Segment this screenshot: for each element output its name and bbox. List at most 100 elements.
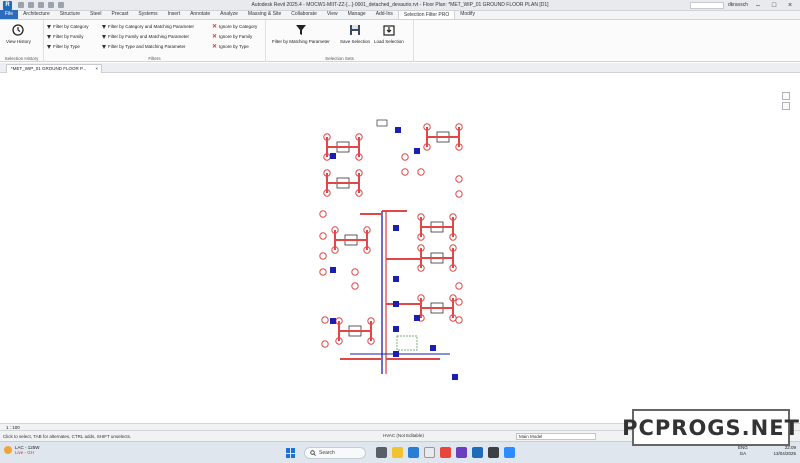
taskbar-search-input[interactable]: Search: [304, 447, 366, 459]
workset-selector[interactable]: HVAC (Not Editable): [383, 433, 424, 438]
language-indicator[interactable]: ENG GA: [738, 445, 748, 457]
diffuser-symbol: [319, 268, 327, 276]
zoom-icon[interactable]: [782, 102, 790, 110]
ignore-by-type-button[interactable]: ✕ Ignore by Type: [212, 42, 249, 51]
revit-app-icon[interactable]: R: [3, 0, 12, 10]
tab-add-ins[interactable]: Add-Ins: [371, 10, 398, 19]
tab-insert[interactable]: Insert: [163, 10, 186, 19]
tab-view[interactable]: View: [322, 10, 343, 19]
tab-file[interactable]: File: [0, 10, 19, 19]
equipment-marker: [414, 148, 420, 154]
diffuser-symbol: [455, 175, 463, 183]
revit-taskbar-icon[interactable]: [472, 447, 483, 458]
watermark-logo: PCPROGS.NET: [622, 409, 799, 446]
view-history-button[interactable]: View History: [6, 23, 31, 44]
weather-live: Live - GH: [15, 450, 35, 455]
equipment-marker: [330, 267, 336, 273]
tab-systems[interactable]: Systems: [133, 10, 162, 19]
navigation-bar: [782, 92, 790, 110]
quick-access-toolbar: [18, 2, 64, 8]
load-selection-label: Load Selection: [374, 39, 404, 44]
filter-category-matching-button[interactable]: Filter by Category and Matching Paramete…: [102, 22, 194, 31]
taskbar-search-label: Search: [319, 450, 335, 456]
tab-architecture[interactable]: Architecture: [18, 10, 55, 19]
tab-modify[interactable]: Modify: [455, 10, 480, 19]
system-clock[interactable]: 22:09 13/04/2025: [772, 445, 796, 457]
filter-by-family-button[interactable]: Filter by Family: [47, 32, 84, 41]
ribbon-tab-bar: File Architecture Structure Steel Precast Sys…: [0, 10, 800, 20]
design-option-selector[interactable]: Main Model: [516, 433, 596, 440]
drawing-canvas[interactable]: [0, 74, 800, 423]
panel-label-filters: Filters: [148, 56, 161, 61]
save-selection-button[interactable]: Save Selection: [340, 23, 370, 44]
filter-family-matching-button[interactable]: Filter by Family and Matching Parameter: [102, 32, 189, 41]
filter-matching-parameter-label: Filter by Matching Parameter: [272, 39, 330, 44]
tab-annotate[interactable]: Annotate: [185, 10, 215, 19]
tab-analyze[interactable]: Analyze: [215, 10, 243, 19]
filter-by-type-button[interactable]: Filter by Type: [47, 42, 80, 51]
view-tab-strip: *MET_WIP_01 GROUND FLOOR P... ×: [0, 63, 800, 73]
tab-manage[interactable]: Manage: [343, 10, 371, 19]
help-search-input[interactable]: [689, 1, 724, 9]
save-icon[interactable]: [28, 2, 34, 8]
minimize-icon[interactable]: –: [752, 0, 764, 10]
file-explorer-icon[interactable]: [392, 447, 403, 458]
equipment-marker: [393, 326, 399, 332]
equipment-marker: [395, 127, 401, 133]
filter-label: Filter by Category: [53, 24, 89, 29]
tab-collaborate[interactable]: Collaborate: [286, 10, 322, 19]
terminal-icon[interactable]: [488, 447, 499, 458]
ignore-by-family-button[interactable]: ✕ Ignore by Family: [212, 32, 252, 41]
filter-by-category-button[interactable]: Filter by Category: [47, 22, 89, 31]
diffuser-symbol: [351, 268, 359, 276]
view-scale[interactable]: 1 : 100: [6, 425, 20, 430]
equipment-marker: [414, 315, 420, 321]
tab-structure[interactable]: Structure: [55, 10, 85, 19]
diffuser-symbol: [351, 282, 359, 290]
equipment-marker: [330, 153, 336, 159]
view-tab-close-icon[interactable]: ×: [95, 65, 98, 73]
tab-precast[interactable]: Precast: [106, 10, 133, 19]
diffuser-symbol: [455, 190, 463, 198]
teams-icon[interactable]: [504, 447, 515, 458]
diffuser-symbol: [455, 298, 463, 306]
history-clock-icon: [11, 23, 25, 37]
tag-box: [376, 119, 388, 127]
equipment-marker: [393, 301, 399, 307]
tab-massing-site[interactable]: Massing & Site: [243, 10, 286, 19]
user-name[interactable]: dkravsch: [728, 2, 748, 8]
filter-type-matching-button[interactable]: Filter by Type and Matching Parameter: [102, 42, 185, 51]
print-icon[interactable]: [58, 2, 64, 8]
panel-selection-sets: Filter by Matching Parameter Save Select…: [266, 20, 414, 62]
filter-label: Filter by Category and Matching Paramete…: [108, 24, 195, 29]
edge-browser-icon[interactable]: [408, 447, 419, 458]
funnel-icon: [47, 24, 51, 29]
redo-icon[interactable]: [48, 2, 54, 8]
tab-steel[interactable]: Steel: [85, 10, 106, 19]
task-view-icon[interactable]: [376, 447, 387, 458]
store-icon[interactable]: [424, 447, 435, 458]
equipment-marker: [393, 225, 399, 231]
windows-start-icon[interactable]: [286, 448, 296, 458]
view-history-label: View History: [6, 39, 31, 44]
view-tab-floor-plan[interactable]: *MET_WIP_01 GROUND FLOOR P... ×: [6, 64, 102, 73]
undo-icon[interactable]: [38, 2, 44, 8]
diffuser-symbol: [417, 168, 425, 176]
weather-widget[interactable]: LAC - 125W Live - GH: [4, 445, 40, 455]
load-selection-button[interactable]: Load Selection: [374, 23, 404, 44]
diffuser-symbol: [321, 316, 329, 324]
floor-plan-drawing[interactable]: [0, 74, 800, 423]
window-title: Autodesk Revit 2025.4 - MOCW1-MIIT-ZZ-[.…: [251, 2, 549, 8]
steering-wheel-icon[interactable]: [782, 92, 790, 100]
chrome-icon[interactable]: [440, 447, 451, 458]
tab-selection-filter-pro[interactable]: Selection Filter PRO: [397, 10, 456, 19]
panel-label-selection-history: Selection History: [4, 56, 39, 61]
filter-matching-parameter-button[interactable]: Filter by Matching Parameter: [272, 23, 330, 44]
ignore-by-category-button[interactable]: ✕ Ignore by Category: [212, 22, 257, 31]
panel-selection-history: View History Selection History: [0, 20, 44, 62]
maximize-icon[interactable]: □: [768, 0, 780, 10]
open-icon[interactable]: [18, 2, 24, 8]
visual-studio-icon[interactable]: [456, 447, 467, 458]
close-icon[interactable]: ×: [784, 0, 796, 10]
funnel-icon: [294, 23, 308, 37]
